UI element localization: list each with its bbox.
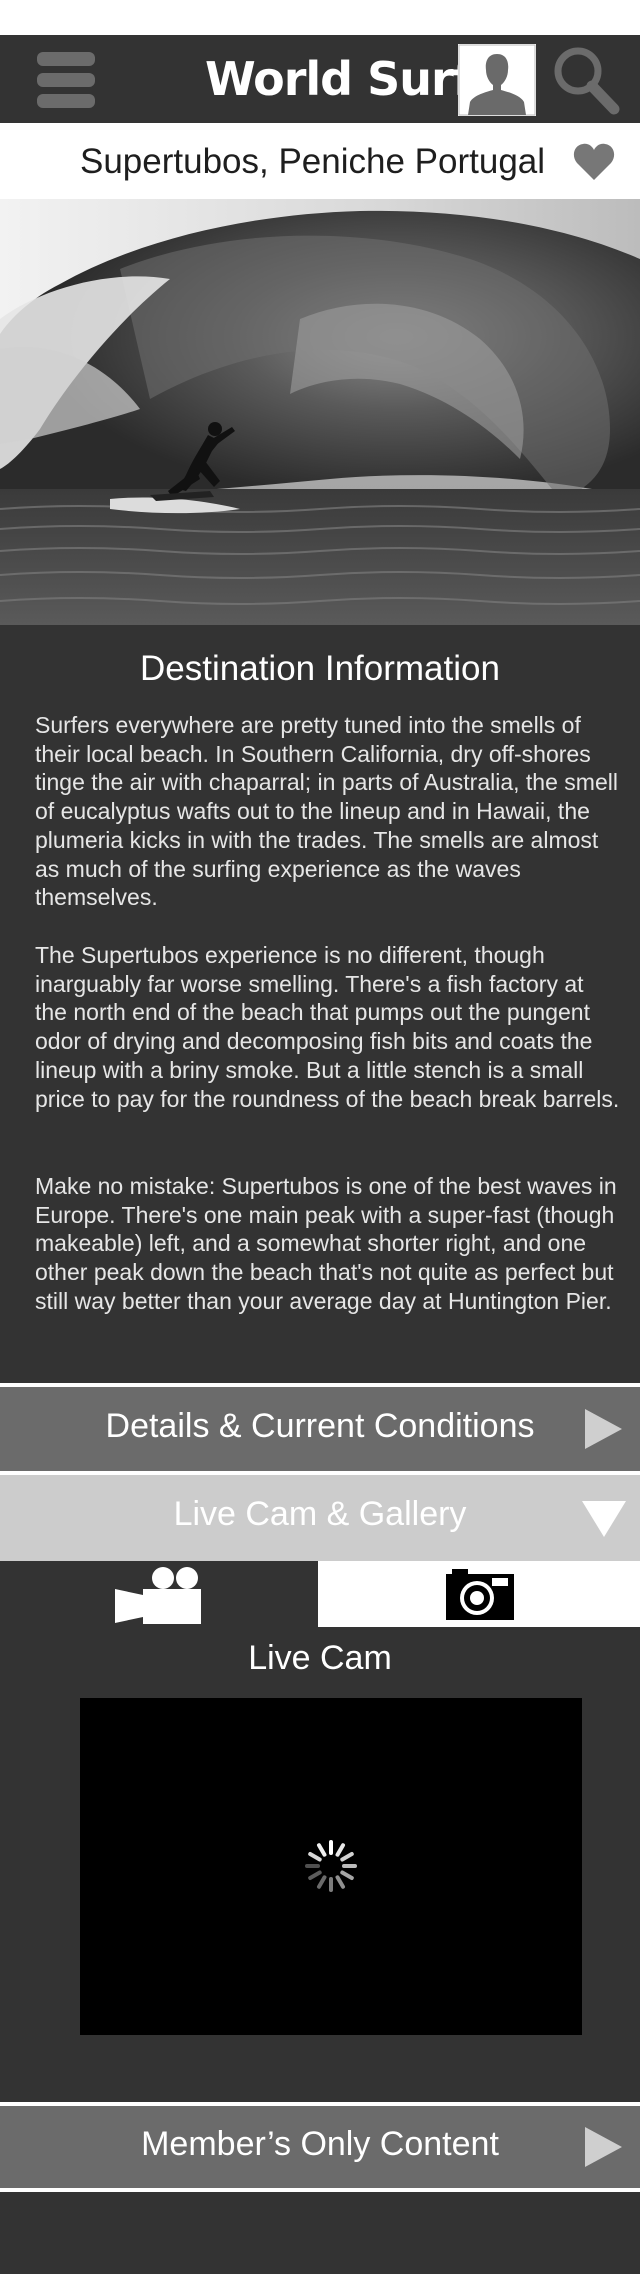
destination-info-section: Destination Information Surfers everywhe… xyxy=(0,625,640,1383)
heart-icon[interactable] xyxy=(573,143,615,181)
details-conditions-accordion[interactable]: Details & Current Conditions xyxy=(0,1387,640,1471)
destination-paragraph: Surfers everywhere are pretty tuned into… xyxy=(35,712,618,911)
tab-photo[interactable] xyxy=(318,1561,640,1627)
destination-paragraph: Make no mistake: Supertubos is one of th… xyxy=(35,1173,617,1314)
live-cam-player[interactable] xyxy=(80,1698,582,2035)
members-only-label: Member’s Only Content xyxy=(141,2125,499,2163)
loading-spinner-icon xyxy=(305,1840,357,1892)
surf-hero-image xyxy=(0,199,640,625)
triangle-right-icon xyxy=(585,1409,622,1449)
destination-paragraph: The Supertubos experience is no differen… xyxy=(35,942,620,1112)
location-title: Supertubos, Peniche Portugal xyxy=(80,142,546,181)
live-cam-gallery-accordion[interactable]: Live Cam & Gallery xyxy=(0,1475,640,1561)
location-header: Supertubos, Peniche Portugal xyxy=(0,123,640,199)
live-cam-gallery-label: Live Cam & Gallery xyxy=(173,1495,467,1533)
tab-video[interactable] xyxy=(0,1561,318,1627)
search-icon[interactable] xyxy=(551,45,621,115)
live-cam-panel: Live Cam xyxy=(0,1561,640,2102)
triangle-right-icon xyxy=(585,2127,622,2167)
triangle-down-icon xyxy=(582,1501,626,1537)
details-conditions-label: Details & Current Conditions xyxy=(105,1407,535,1445)
live-cam-label: Live Cam xyxy=(248,1639,392,1677)
members-only-accordion[interactable]: Member’s Only Content xyxy=(0,2106,640,2188)
top-nav-bar: World Surf xyxy=(0,35,640,123)
footer-area xyxy=(0,2192,640,2274)
app-title: World Surf xyxy=(205,52,473,106)
hamburger-menu-icon[interactable] xyxy=(37,52,95,108)
user-avatar-icon[interactable] xyxy=(458,44,536,116)
destination-heading: Destination Information xyxy=(140,649,500,688)
